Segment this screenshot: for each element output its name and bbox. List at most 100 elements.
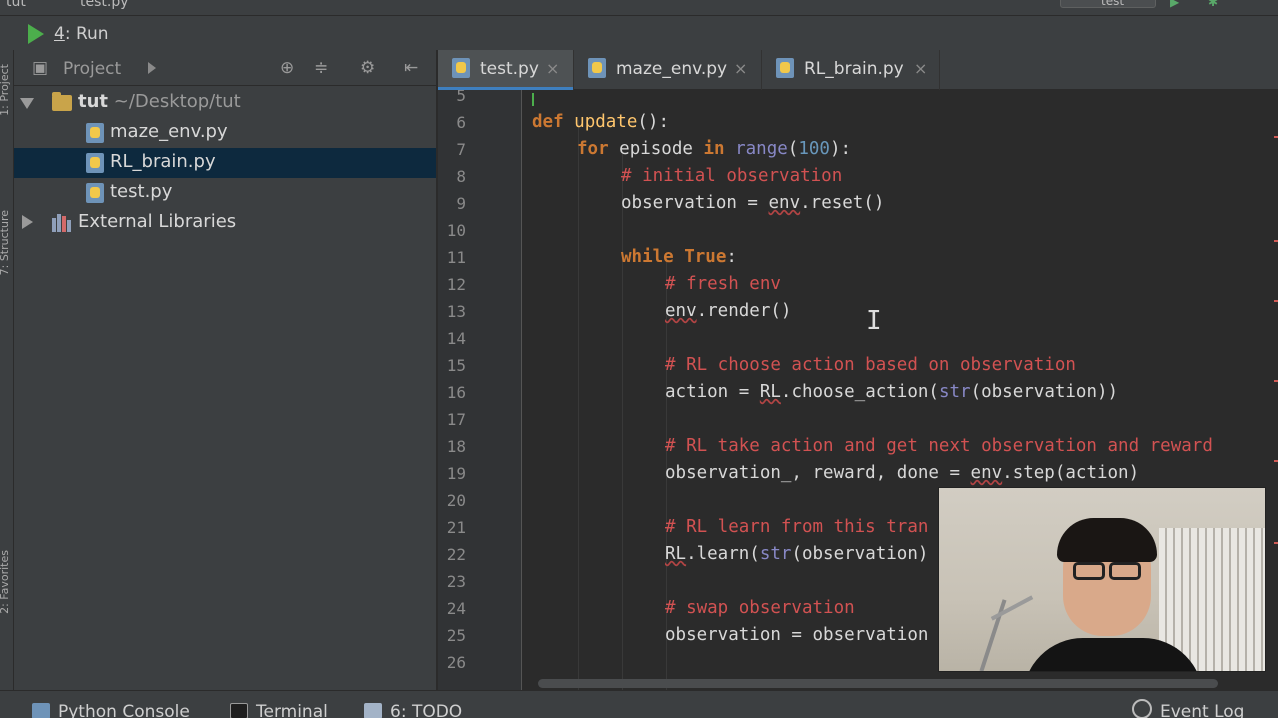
desk-lamp-arm bbox=[990, 595, 1034, 621]
code-line-16: action = RL.choose_action(str(observatio… bbox=[665, 382, 1119, 402]
close-icon[interactable]: × bbox=[914, 59, 927, 78]
line-number: 9 bbox=[456, 194, 466, 213]
run-label: : Run bbox=[64, 24, 109, 44]
gear-icon[interactable]: ⚙ bbox=[360, 58, 375, 78]
line-number: 11 bbox=[446, 248, 466, 267]
horizontal-scrollbar[interactable] bbox=[538, 679, 1218, 688]
python-file-icon bbox=[452, 58, 470, 78]
code-line-22: RL.learn(str(observation) bbox=[665, 544, 929, 564]
line-number: 6 bbox=[456, 113, 466, 132]
glasses bbox=[1109, 562, 1141, 580]
line-number: 5 bbox=[456, 90, 466, 105]
indent-guide bbox=[622, 148, 623, 690]
run-config-label: test bbox=[1101, 0, 1125, 8]
file-name: maze_env.py bbox=[110, 121, 228, 142]
breadcrumb-file[interactable]: test.py bbox=[80, 0, 129, 10]
tree-item-maze-env[interactable]: maze_env.py bbox=[14, 118, 436, 148]
libraries-label: External Libraries bbox=[78, 211, 237, 232]
close-icon[interactable]: × bbox=[546, 59, 559, 78]
python-file-icon bbox=[86, 153, 104, 173]
python-file-icon bbox=[776, 58, 794, 78]
python-file-icon bbox=[86, 183, 104, 203]
line-number: 14 bbox=[446, 329, 466, 348]
run-icon[interactable]: ▶ bbox=[1170, 0, 1179, 9]
code-line-12: # fresh env bbox=[665, 274, 781, 294]
code-line-21: # RL learn from this tran bbox=[665, 517, 929, 537]
line-number: 8 bbox=[456, 167, 466, 186]
line-number: 19 bbox=[446, 464, 466, 483]
code-line-9: observation = env.reset() bbox=[621, 193, 885, 213]
left-tool-strip: 1: Project 7: Structure 2: Favorites bbox=[0, 50, 14, 690]
code-line-24: # swap observation bbox=[665, 598, 855, 618]
tree-item-tut-folder[interactable]: tut ~/Desktop/tut bbox=[14, 88, 436, 118]
libraries-icon bbox=[52, 214, 72, 232]
code-line-18: # RL take action and get next observatio… bbox=[665, 436, 1213, 456]
hide-panel-icon[interactable]: ⇤ bbox=[404, 58, 418, 78]
project-tool-button[interactable]: 1: Project bbox=[0, 64, 11, 116]
change-marker bbox=[532, 93, 534, 106]
tree-item-test[interactable]: test.py bbox=[14, 178, 436, 208]
code-line-8: # initial observation bbox=[621, 166, 843, 186]
code-line-25: observation = observation bbox=[665, 625, 929, 645]
debug-icon[interactable]: ✱ bbox=[1208, 0, 1218, 9]
expand-arrow-icon[interactable] bbox=[22, 215, 33, 229]
terminal-button[interactable]: Terminal bbox=[230, 702, 328, 718]
line-number: 23 bbox=[446, 572, 466, 591]
terminal-label: Terminal bbox=[256, 702, 328, 718]
line-number: 15 bbox=[446, 356, 466, 375]
line-number: 7 bbox=[456, 140, 466, 159]
favorites-tool-button[interactable]: 2: Favorites bbox=[0, 550, 11, 614]
tree-item-external-libraries[interactable]: External Libraries bbox=[14, 208, 436, 238]
file-name: test.py bbox=[110, 181, 173, 202]
event-log-icon bbox=[1132, 699, 1152, 718]
collapse-all-icon[interactable]: ≑ bbox=[314, 58, 328, 78]
run-config-dropdown[interactable]: test bbox=[1060, 0, 1156, 8]
tab-label: maze_env.py bbox=[616, 59, 728, 79]
view-dropdown-arrow-icon[interactable] bbox=[148, 62, 156, 74]
close-icon[interactable]: × bbox=[734, 59, 747, 78]
line-number: 25 bbox=[446, 626, 466, 645]
title-bar: tut test.py test ▶ ✱ bbox=[0, 0, 1278, 16]
breadcrumb-project[interactable]: tut bbox=[6, 0, 26, 10]
project-view-icon: ▣ bbox=[32, 58, 49, 78]
tab-rl-brain-py[interactable]: RL_brain.py × bbox=[762, 50, 940, 90]
code-line-13: env.render() bbox=[665, 301, 792, 321]
event-log-label: Event Log bbox=[1160, 702, 1245, 718]
project-panel-title[interactable]: Project bbox=[63, 59, 121, 79]
webcam-overlay bbox=[938, 487, 1266, 672]
indent-guide bbox=[578, 120, 579, 690]
file-name: RL_brain.py bbox=[110, 151, 216, 172]
line-number: 10 bbox=[446, 221, 466, 240]
tree-item-rl-brain[interactable]: RL_brain.py bbox=[14, 148, 436, 178]
line-number: 20 bbox=[446, 491, 466, 510]
tab-label: RL_brain.py bbox=[804, 59, 904, 79]
folder-icon bbox=[52, 92, 72, 111]
line-number: 24 bbox=[446, 599, 466, 618]
python-icon bbox=[32, 703, 50, 718]
folder-name: tut bbox=[78, 91, 109, 112]
line-number: 17 bbox=[446, 410, 466, 429]
code-line-7: for episode in range(100): bbox=[577, 139, 852, 159]
code-line-19: observation_, reward, done = env.step(ac… bbox=[665, 463, 1140, 483]
tab-label: test.py bbox=[480, 59, 539, 79]
code-line-15: # RL choose action based on observation bbox=[665, 355, 1076, 375]
line-number: 18 bbox=[446, 437, 466, 456]
structure-tool-button[interactable]: 7: Structure bbox=[0, 210, 11, 275]
glasses bbox=[1073, 562, 1105, 580]
line-number: 22 bbox=[446, 545, 466, 564]
event-log-button[interactable]: Event Log bbox=[1132, 699, 1244, 718]
tab-maze-env-py[interactable]: maze_env.py × bbox=[574, 50, 762, 90]
python-console-button[interactable]: Python Console bbox=[32, 702, 190, 718]
todo-icon bbox=[364, 703, 382, 718]
bottom-tool-bar: Python Console Terminal 6: TODO Event Lo… bbox=[0, 690, 1278, 718]
run-play-icon[interactable] bbox=[28, 24, 44, 44]
run-toolbar: 4: Run bbox=[0, 16, 1278, 50]
run-tool-window-button[interactable]: 4: Run bbox=[54, 24, 109, 44]
todo-label: 6: TODO bbox=[390, 702, 463, 718]
locate-icon[interactable]: ⊕ bbox=[280, 58, 294, 78]
code-line-6: def update(): bbox=[532, 112, 669, 132]
terminal-icon bbox=[230, 703, 248, 718]
todo-button[interactable]: 6: TODO bbox=[364, 702, 462, 718]
expand-arrow-icon[interactable] bbox=[20, 98, 34, 109]
tab-test-py[interactable]: test.py × bbox=[438, 50, 574, 90]
